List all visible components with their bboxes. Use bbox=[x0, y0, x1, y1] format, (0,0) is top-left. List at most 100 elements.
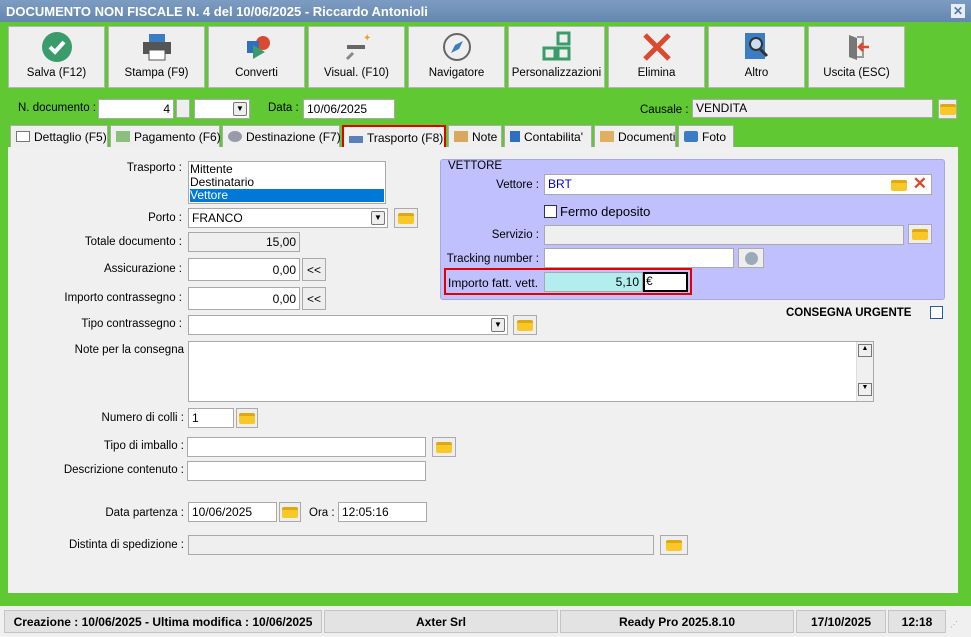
other-button[interactable]: Altro bbox=[708, 26, 805, 88]
trasporto-listbox[interactable]: Mittente Destinatario Vettore bbox=[188, 161, 386, 204]
personalize-button[interactable]: Personalizzazioni bbox=[508, 26, 605, 88]
porto-select[interactable]: FRANCO ▼ bbox=[188, 208, 388, 228]
importo-input[interactable]: 5,10 bbox=[544, 272, 643, 292]
save-label: Salva (F12) bbox=[26, 67, 87, 79]
tipo-contrassegno-select[interactable]: ▼ bbox=[188, 315, 508, 335]
currency-input[interactable]: € bbox=[643, 272, 688, 292]
tab-foto[interactable]: Foto bbox=[678, 125, 734, 148]
descrizione-input[interactable] bbox=[187, 461, 426, 481]
money-icon bbox=[116, 131, 130, 142]
clear-x-icon[interactable]: ✕ bbox=[913, 175, 927, 194]
ora-label: Ora : bbox=[309, 507, 335, 519]
tipo-contrassegno-label: Tipo contrassegno : bbox=[81, 318, 182, 330]
distinta-folder-button[interactable] bbox=[660, 535, 688, 555]
porto-label: Porto : bbox=[148, 212, 182, 224]
resize-grip-icon[interactable]: ⋰ bbox=[950, 620, 958, 629]
print-label: Stampa (F9) bbox=[124, 67, 189, 79]
tab-label: Note bbox=[472, 130, 498, 144]
fermo-deposito-checkbox[interactable] bbox=[544, 205, 557, 218]
note-textarea[interactable]: ▲ ▼ bbox=[188, 341, 874, 402]
imballo-folder-button[interactable] bbox=[432, 437, 456, 457]
tipo-contrassegno-folder-button[interactable] bbox=[513, 315, 537, 335]
status-time: 12:18 bbox=[888, 610, 946, 633]
status-date: 17/10/2025 bbox=[796, 610, 886, 633]
assicurazione-input[interactable]: 0,00 bbox=[188, 258, 300, 281]
tracking-input[interactable] bbox=[544, 248, 734, 268]
serie-select[interactable]: ▼ bbox=[194, 99, 250, 119]
tab-label: Foto bbox=[702, 130, 727, 144]
data-input[interactable]: 10/06/2025 bbox=[303, 99, 395, 119]
tab-documenti[interactable]: Documenti bbox=[594, 125, 676, 148]
descrizione-label: Descrizione contenuto : bbox=[63, 464, 184, 476]
exit-label: Uscita (ESC) bbox=[823, 67, 890, 79]
camera-icon bbox=[684, 131, 698, 142]
contrassegno-input[interactable]: 0,00 bbox=[188, 287, 300, 310]
n-documento-spin[interactable] bbox=[176, 99, 190, 118]
colli-folder-button[interactable] bbox=[236, 408, 258, 428]
causale-folder-button[interactable] bbox=[938, 99, 957, 119]
visual-button[interactable]: ✦ Visual. (F10) bbox=[308, 26, 405, 88]
consegna-urgente-label: CONSEGNA URGENTE bbox=[786, 307, 912, 319]
delete-button[interactable]: Elimina bbox=[608, 26, 705, 88]
close-icon[interactable]: ✕ bbox=[951, 4, 965, 18]
globe-icon bbox=[228, 131, 242, 142]
x-icon bbox=[609, 27, 704, 67]
calendar-button[interactable] bbox=[279, 502, 301, 522]
causale-input[interactable]: VENDITA bbox=[692, 99, 933, 118]
tab-trasporto[interactable]: Trasporto (F8) bbox=[342, 125, 446, 149]
printer-icon bbox=[109, 27, 204, 67]
book-icon bbox=[510, 131, 520, 142]
consegna-urgente-checkbox[interactable] bbox=[930, 306, 943, 319]
data-partenza-input[interactable]: 10/06/2025 bbox=[188, 502, 277, 522]
chevron-down-icon[interactable]: ▼ bbox=[233, 102, 247, 116]
colli-input[interactable]: 1 bbox=[188, 408, 234, 428]
folder-icon[interactable] bbox=[891, 180, 907, 191]
scroll-up-icon[interactable]: ▲ bbox=[858, 344, 872, 357]
exit-button[interactable]: Uscita (ESC) bbox=[808, 26, 905, 88]
fermo-deposito-label[interactable]: Fermo deposito bbox=[560, 204, 650, 219]
vettore-input[interactable]: BRT ✕ bbox=[544, 174, 932, 195]
ora-input[interactable]: 12:05:16 bbox=[338, 502, 427, 522]
save-button[interactable]: Salva (F12) bbox=[8, 26, 105, 88]
distinta-input[interactable] bbox=[188, 535, 654, 555]
vettore-group-title: VETTORE bbox=[448, 160, 503, 172]
servizio-folder-button[interactable] bbox=[908, 224, 932, 244]
porto-value: FRANCO bbox=[192, 211, 243, 225]
exit-door-icon bbox=[809, 27, 904, 67]
tab-note[interactable]: Note bbox=[448, 125, 502, 148]
tracking-web-button[interactable] bbox=[738, 248, 764, 268]
tab-label: Documenti bbox=[618, 130, 676, 144]
search-book-icon bbox=[709, 27, 804, 67]
list-item-selected[interactable]: Vettore bbox=[190, 189, 384, 202]
vettore-value: BRT bbox=[548, 177, 572, 191]
tab-label: Contabilita' bbox=[524, 130, 583, 144]
n-documento-label: N. documento : bbox=[18, 102, 96, 114]
chevron-down-icon[interactable]: ▼ bbox=[371, 211, 385, 225]
navigator-button[interactable]: Navigatore bbox=[408, 26, 505, 88]
tab-dettaglio[interactable]: Dettaglio (F5) bbox=[10, 125, 108, 148]
trasporto-label: Trasporto : bbox=[126, 162, 182, 174]
assicurazione-back-button[interactable]: << bbox=[302, 258, 326, 281]
n-documento-input[interactable]: 4 bbox=[98, 99, 174, 119]
globe-icon bbox=[744, 251, 758, 265]
chevron-down-icon[interactable]: ▼ bbox=[491, 318, 505, 332]
vettore-label: Vettore : bbox=[496, 179, 539, 191]
scrollbar[interactable]: ▲ ▼ bbox=[856, 342, 873, 401]
print-button[interactable]: Stampa (F9) bbox=[108, 26, 205, 88]
folder-icon bbox=[436, 441, 452, 453]
tab-label: Destinazione (F7) bbox=[246, 130, 341, 144]
tab-contabilita[interactable]: Contabilita' bbox=[504, 125, 592, 148]
scroll-down-icon[interactable]: ▼ bbox=[858, 383, 872, 396]
imballo-input[interactable] bbox=[187, 437, 426, 457]
grid-icon bbox=[509, 27, 604, 67]
tab-destinazione[interactable]: Destinazione (F7) bbox=[222, 125, 341, 148]
tab-pagamento[interactable]: Pagamento (F6) bbox=[110, 125, 221, 148]
importo-label: Importo fatt. vett. bbox=[448, 276, 539, 290]
servizio-input[interactable] bbox=[544, 225, 904, 245]
servizio-label: Servizio : bbox=[491, 229, 539, 241]
contrassegno-back-button[interactable]: << bbox=[302, 287, 326, 310]
porto-folder-button[interactable] bbox=[394, 208, 418, 228]
back-label: << bbox=[306, 262, 321, 277]
convert-button[interactable]: Converti bbox=[208, 26, 305, 88]
imballo-label: Tipo di imballo : bbox=[103, 440, 184, 452]
